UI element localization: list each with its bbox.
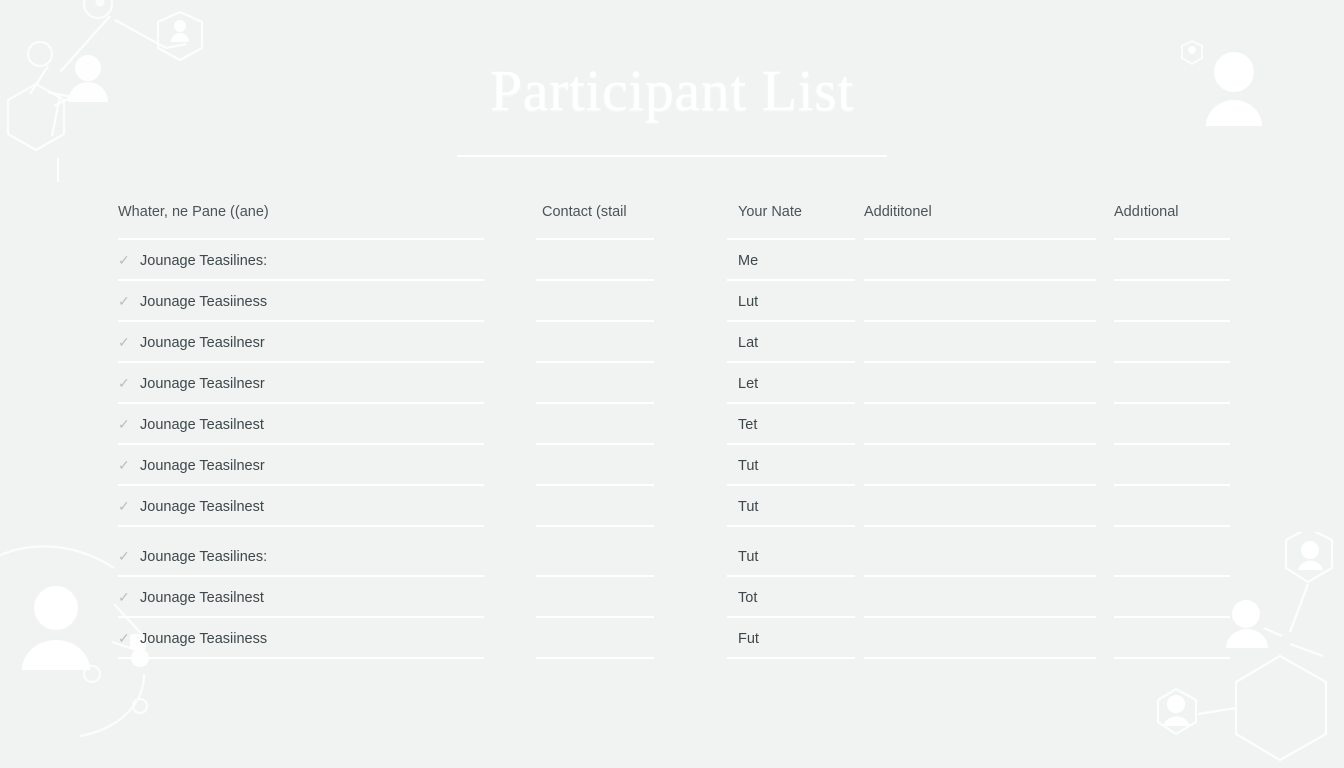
table-row[interactable]: Me <box>724 240 864 281</box>
table-row[interactable] <box>1114 618 1230 659</box>
table-row[interactable] <box>1114 363 1230 404</box>
table-row[interactable]: Tut <box>724 536 864 577</box>
cell-value: Lut <box>738 293 759 310</box>
table-row[interactable] <box>864 281 1114 322</box>
cell-value: Lat <box>738 334 759 351</box>
table-row[interactable] <box>1114 486 1230 527</box>
cell-value: Fut <box>738 630 759 647</box>
table-row[interactable] <box>528 281 724 322</box>
table-row[interactable] <box>528 240 724 281</box>
table-row[interactable] <box>864 445 1114 486</box>
cell-value: Tut <box>738 457 759 474</box>
check-icon[interactable]: ✓ <box>118 334 140 351</box>
table-row[interactable] <box>1114 281 1230 322</box>
check-icon[interactable]: ✓ <box>118 548 140 565</box>
table-row[interactable]: Tut <box>724 486 864 527</box>
cell-value: Tet <box>738 416 758 433</box>
cell-value: Jounage Teasiiness <box>140 630 268 647</box>
check-icon[interactable]: ✓ <box>118 498 140 515</box>
table-row[interactable] <box>864 536 1114 577</box>
table-row[interactable]: ✓ Jounage Teasiiness <box>118 281 528 322</box>
table-row[interactable] <box>528 577 724 618</box>
participant-table: Whater, ne Pane ((ane) ✓ Jounage Teasilin… <box>118 204 1230 659</box>
column-header-additional-2: Addıtional <box>1114 204 1179 220</box>
check-icon[interactable]: ✓ <box>118 375 140 392</box>
table-row[interactable]: ✓ Jounage Teasilnesr <box>118 363 528 404</box>
cell-value: Jounage Teasilnest <box>140 589 264 606</box>
page-title: Participant List <box>490 58 854 123</box>
column-header-additional-1: Addititonel <box>864 204 932 220</box>
table-row[interactable]: ✓ Jounage Teasilnest <box>118 577 528 618</box>
column-additional-2: Addıtional <box>1114 204 1230 659</box>
table-row[interactable] <box>528 536 724 577</box>
check-icon[interactable]: ✓ <box>118 589 140 606</box>
table-row[interactable] <box>864 404 1114 445</box>
column-contact: Contact (stail <box>528 204 724 659</box>
table-row[interactable] <box>1114 577 1230 618</box>
page-header: Participant List <box>0 58 1344 157</box>
table-row[interactable] <box>864 322 1114 363</box>
column-yourname: Your Nate Me Lut Lat Let Tet Tut Tut Tut Tot Fut <box>724 204 864 659</box>
title-divider <box>457 154 887 157</box>
cell-value: Jounage Teasilnesr <box>140 457 265 474</box>
check-icon[interactable]: ✓ <box>118 630 140 647</box>
table-row[interactable] <box>864 577 1114 618</box>
table-row[interactable]: ✓ Jounage Teasilnesr <box>118 445 528 486</box>
table-row[interactable] <box>1114 240 1230 281</box>
table-row[interactable]: Lat <box>724 322 864 363</box>
table-row[interactable] <box>1114 322 1230 363</box>
table-row[interactable]: Tot <box>724 577 864 618</box>
table-row[interactable] <box>528 322 724 363</box>
table-row[interactable] <box>528 363 724 404</box>
cell-value: Jounage Teasilines: <box>140 252 268 269</box>
cell-value: Me <box>738 252 759 269</box>
check-icon[interactable]: ✓ <box>118 293 140 310</box>
table-row[interactable]: Tut <box>724 445 864 486</box>
table-row[interactable] <box>528 445 724 486</box>
table-row[interactable] <box>528 404 724 445</box>
table-row[interactable] <box>864 363 1114 404</box>
cell-value: Jounage Teasilnest <box>140 416 264 433</box>
column-name: Whater, ne Pane ((ane) ✓ Jounage Teasilin… <box>118 204 528 659</box>
column-header-name: Whater, ne Pane ((ane) <box>118 204 269 220</box>
table-row[interactable]: ✓ Jounage Teasilines: <box>118 536 528 577</box>
table-row[interactable]: ✓ Jounage Teasiiness <box>118 618 528 659</box>
cell-value: Tot <box>738 589 758 606</box>
cell-value: Tut <box>738 498 759 515</box>
table-row[interactable]: Let <box>724 363 864 404</box>
table-row[interactable]: ✓ Jounage Teasilines: <box>118 240 528 281</box>
table-row[interactable] <box>864 618 1114 659</box>
check-icon[interactable]: ✓ <box>118 252 140 269</box>
cell-value: Jounage Teasiiness <box>140 293 268 310</box>
table-row[interactable] <box>1114 404 1230 445</box>
cell-value: Jounage Teasilines: <box>140 548 268 565</box>
cell-value: Jounage Teasilnesr <box>140 375 265 392</box>
column-header-contact: Contact (stail <box>542 204 627 220</box>
table-row[interactable]: ✓ Jounage Teasilnest <box>118 486 528 527</box>
cell-value: Let <box>738 375 759 392</box>
check-icon[interactable]: ✓ <box>118 457 140 474</box>
table-row[interactable]: Lut <box>724 281 864 322</box>
table-row[interactable] <box>1114 445 1230 486</box>
table-row[interactable] <box>528 486 724 527</box>
check-icon[interactable]: ✓ <box>118 416 140 433</box>
cell-value: Jounage Teasilnest <box>140 498 264 515</box>
table-row[interactable]: ✓ Jounage Teasilnesr <box>118 322 528 363</box>
table-row[interactable]: Tet <box>724 404 864 445</box>
column-header-yourname: Your Nate <box>738 204 802 220</box>
table-row[interactable]: ✓ Jounage Teasilnest <box>118 404 528 445</box>
column-additional-1: Addititonel <box>864 204 1114 659</box>
table-row[interactable] <box>864 240 1114 281</box>
table-row[interactable] <box>864 486 1114 527</box>
table-row[interactable] <box>1114 536 1230 577</box>
table-row[interactable]: Fut <box>724 618 864 659</box>
cell-value: Jounage Teasilnesr <box>140 334 265 351</box>
table-row[interactable] <box>528 618 724 659</box>
cell-value: Tut <box>738 548 759 565</box>
